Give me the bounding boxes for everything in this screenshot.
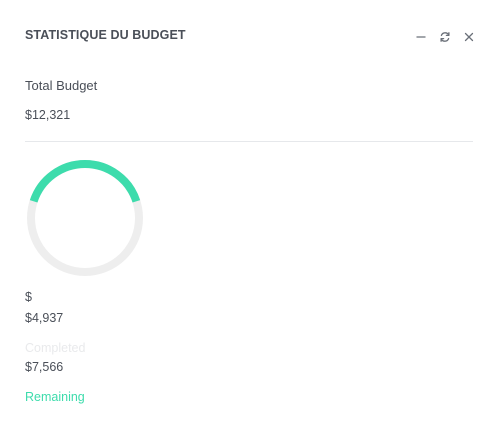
total-budget-value: $12,321 (25, 108, 71, 122)
total-budget-label: Total Budget (25, 78, 98, 93)
refresh-icon (440, 32, 450, 42)
completed-value: $4,937 (25, 311, 64, 325)
budget-card: STATISTIQUE DU BUDGET Total Budget $12,3… (0, 0, 500, 424)
remaining-label: Remaining (25, 390, 85, 404)
remaining-value: $7,566 (25, 360, 64, 374)
refresh-button[interactable] (438, 30, 452, 44)
minimize-icon (416, 36, 426, 38)
card-title: STATISTIQUE DU BUDGET (25, 28, 186, 42)
completed-label: Completed (25, 341, 86, 355)
close-button[interactable] (462, 30, 476, 44)
currency-symbol: $ (25, 290, 32, 304)
divider (25, 141, 473, 142)
card-tools (414, 30, 476, 44)
donut-completed-arc (29, 160, 141, 203)
minimize-button[interactable] (414, 30, 428, 44)
close-icon (464, 32, 474, 42)
budget-donut-chart (27, 160, 143, 276)
